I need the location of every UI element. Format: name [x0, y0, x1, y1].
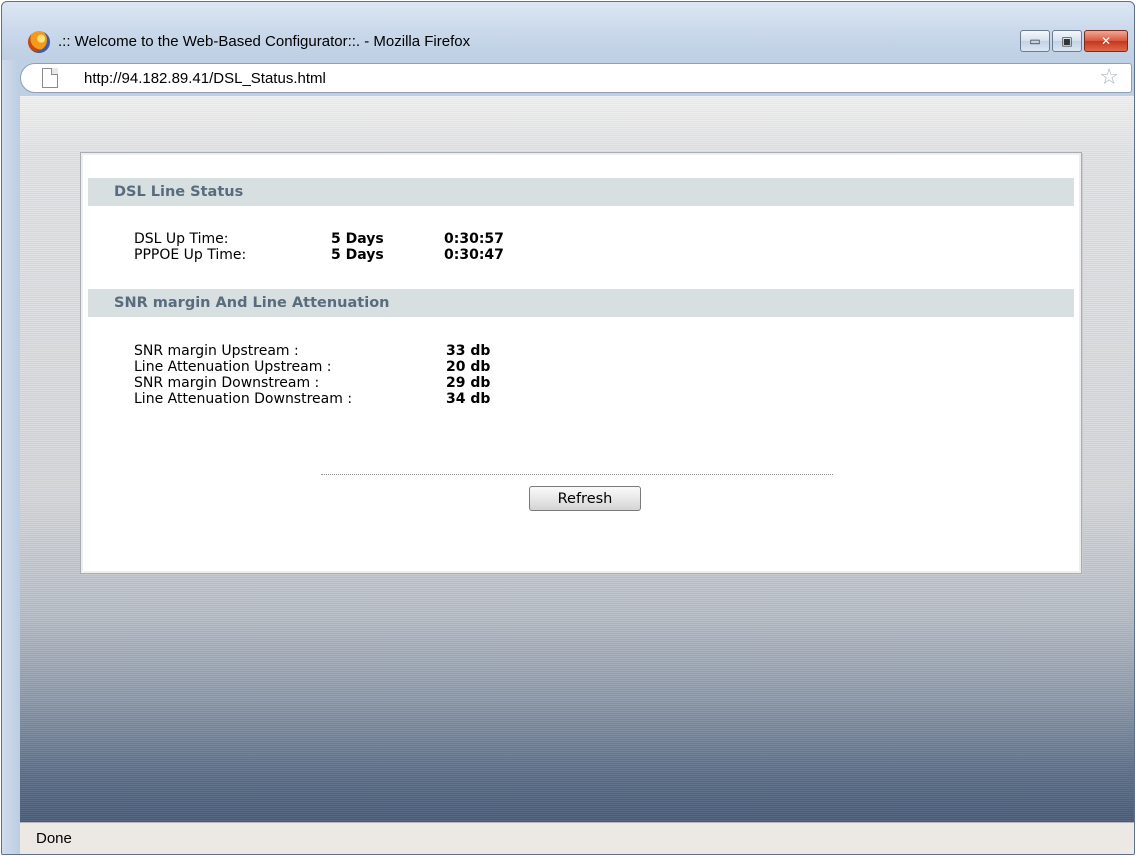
uptime-days: 5 Days: [331, 247, 384, 263]
uptime-time: 0:30:57: [444, 231, 504, 247]
browser-window: .:: Welcome to the Web-Based Configurato…: [1, 1, 1135, 855]
url-text[interactable]: http://94.182.89.41/DSL_Status.html: [84, 70, 326, 87]
status-bar: Done: [20, 822, 1134, 854]
address-bar[interactable]: http://94.182.89.41/DSL_Status.html ☆: [20, 63, 1132, 93]
row-label: Line Attenuation Downstream :: [134, 391, 353, 407]
minimize-button[interactable]: ▭: [1020, 30, 1050, 52]
status-panel: DSL Line Status DSL Up Time: 5 Days 0:30…: [80, 152, 1082, 574]
page-content: DSL Line Status DSL Up Time: 5 Days 0:30…: [20, 96, 1134, 822]
window-frame: [2, 60, 20, 854]
row-label: Line Attenuation Upstream :: [134, 359, 332, 375]
bookmark-star-icon[interactable]: ☆: [1099, 66, 1119, 90]
row-label: DSL Up Time:: [134, 231, 229, 247]
divider: [321, 474, 833, 475]
section-header-snr: SNR margin And Line Attenuation: [88, 289, 1074, 317]
close-button[interactable]: ✕: [1084, 30, 1128, 52]
row-label: SNR margin Downstream :: [134, 375, 320, 391]
row-label: SNR margin Upstream :: [134, 343, 299, 359]
uptime-days: 5 Days: [331, 231, 384, 247]
row-label: PPPOE Up Time:: [134, 247, 247, 263]
status-text: Done: [36, 830, 72, 847]
row-value: 33 db: [446, 343, 491, 359]
title-bar[interactable]: .:: Welcome to the Web-Based Configurato…: [2, 2, 1134, 60]
row-value: 34 db: [446, 391, 491, 407]
maximize-button[interactable]: ▣: [1052, 30, 1082, 52]
firefox-logo-icon: [28, 31, 50, 53]
section-header-line-status: DSL Line Status: [88, 178, 1074, 206]
uptime-time: 0:30:47: [444, 247, 504, 263]
window-controls: ▭ ▣ ✕: [1020, 30, 1128, 52]
refresh-button[interactable]: Refresh: [529, 486, 641, 511]
row-value: 29 db: [446, 375, 491, 391]
window-title: .:: Welcome to the Web-Based Configurato…: [58, 33, 471, 50]
row-value: 20 db: [446, 359, 491, 375]
page-icon: [42, 68, 58, 88]
